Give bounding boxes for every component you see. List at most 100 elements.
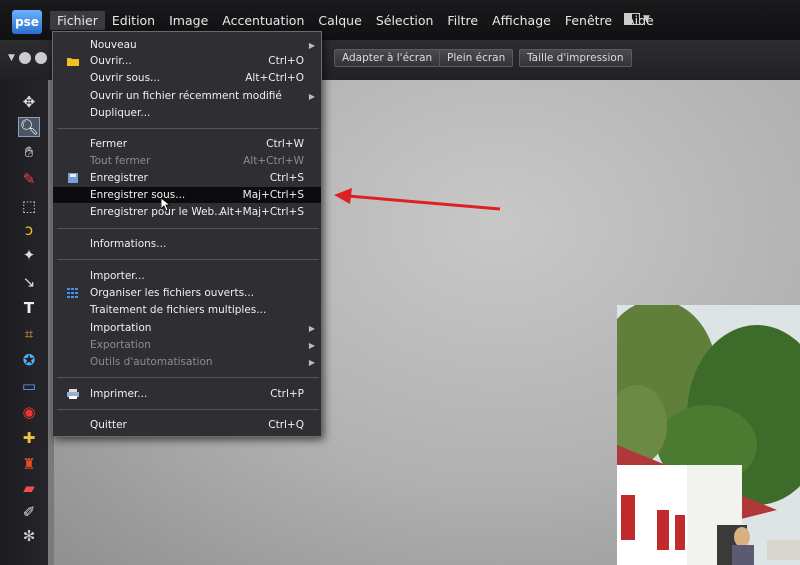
menu-item-shortcut: Alt+Maj+Ctrl+S	[219, 206, 304, 218]
menu-item-importation[interactable]: Importation ▶	[53, 320, 321, 336]
menu-item-label: Organiser les fichiers ouverts...	[90, 287, 255, 299]
menu-item-label: Ouvrir un fichier récemment modifié	[90, 90, 282, 102]
hand-tool-icon[interactable]: ✋︎	[18, 142, 40, 162]
straighten-tool-icon[interactable]: ▭	[18, 376, 40, 396]
menu-item-label: Quitter	[90, 419, 127, 431]
photo-image	[617, 305, 800, 565]
clone-stamp-tool-icon[interactable]: ♜	[18, 454, 40, 474]
folder-icon	[67, 58, 79, 66]
menu-item-nouveau[interactable]: Nouveau ▶	[53, 37, 321, 53]
menu-item-label: Imprimer...	[90, 388, 148, 400]
submenu-arrow-icon: ▶	[308, 340, 315, 350]
menu-filtre[interactable]: Filtre	[440, 11, 485, 30]
menu-item-recent[interactable]: Ouvrir un fichier récemment modifié ▶	[53, 88, 321, 104]
menu-calque[interactable]: Calque	[311, 11, 368, 30]
menu-separator	[57, 409, 319, 410]
eraser-tool-icon[interactable]: ▰	[18, 478, 40, 498]
menu-item-shortcut: Ctrl+S	[269, 172, 304, 184]
menu-item-organiser[interactable]: Organiser les fichiers ouverts...	[53, 285, 321, 301]
menu-item-enregistrer[interactable]: Enregistrer Ctrl+S	[53, 170, 321, 186]
marquee-tool-icon[interactable]: ⬚	[18, 196, 40, 216]
grid-icon	[67, 288, 78, 298]
quick-selection-tool-icon[interactable]: ↘	[18, 272, 40, 292]
menu-item-label: Enregistrer pour le Web...	[90, 206, 225, 218]
menu-edition[interactable]: Edition	[105, 11, 162, 30]
red-eye-tool-icon[interactable]: ◉	[18, 402, 40, 422]
healing-brush-tool-icon[interactable]: ✚	[18, 428, 40, 448]
submenu-arrow-icon: ▶	[308, 91, 315, 101]
menu-separator	[57, 228, 319, 229]
menu-item-imprimer[interactable]: Imprimer... Ctrl+P	[53, 386, 321, 402]
menu-item-label: Importer...	[90, 270, 145, 282]
zoom-out-icon	[34, 52, 47, 64]
menu-item-fermer[interactable]: Fermer Ctrl+W	[53, 136, 321, 152]
menu-item-outils-automatisation[interactable]: Outils d'automatisation ▶	[53, 354, 321, 370]
menu-item-enregistrer-sous[interactable]: Enregistrer sous... Maj+Ctrl+S	[53, 187, 321, 203]
type-tool-icon[interactable]: T	[18, 298, 40, 318]
layout-icon	[624, 13, 640, 25]
submenu-arrow-icon: ▶	[308, 40, 315, 50]
menu-accentuation[interactable]: Accentuation	[215, 11, 311, 30]
menu-item-shortcut: Ctrl+O	[268, 55, 304, 67]
submenu-arrow-icon: ▶	[308, 357, 315, 367]
menu-item-shortcut: Ctrl+P	[270, 388, 304, 400]
menu-item-label: Traitement de fichiers multiples...	[90, 304, 267, 316]
menu-item-label: Exportation	[90, 339, 151, 351]
menu-fenetre[interactable]: Fenêtre	[558, 11, 619, 30]
menu-item-label: Ouvrir...	[90, 55, 132, 67]
submenu-arrow-icon: ▶	[308, 323, 315, 333]
brush-tool-icon[interactable]: ✐	[18, 502, 40, 522]
menu-selection[interactable]: Sélection	[369, 11, 441, 30]
menu-item-shortcut: Ctrl+W	[266, 138, 304, 150]
cookie-cutter-tool-icon[interactable]: ✪	[18, 350, 40, 370]
menu-separator	[57, 377, 319, 378]
chevron-down-icon: ▼	[643, 14, 650, 24]
save-icon	[68, 173, 78, 183]
menu-item-enregistrer-web[interactable]: Enregistrer pour le Web... Alt+Maj+Ctrl+…	[53, 204, 321, 220]
lasso-tool-icon[interactable]: ↄ	[18, 220, 40, 240]
menu-item-label: Nouveau	[90, 39, 137, 51]
menu-item-label: Ouvrir sous...	[90, 72, 161, 84]
menu-item-label: Importation	[90, 322, 152, 334]
menu-separator	[57, 259, 319, 260]
document-photo[interactable]	[617, 305, 800, 565]
menu-items: Fichier Edition Image Accentuation Calqu…	[50, 11, 661, 30]
move-tool-icon[interactable]: ✥	[18, 92, 40, 112]
fit-screen-button[interactable]: Adapter à l'écran	[334, 49, 441, 67]
chevron-down-icon: ▼	[8, 53, 15, 63]
menu-item-shortcut: Maj+Ctrl+S	[242, 189, 304, 201]
menu-item-label: Informations...	[90, 238, 167, 250]
file-menu-dropdown: Nouveau ▶ Ouvrir... Ctrl+O Ouvrir sous..…	[52, 31, 322, 437]
menu-affichage[interactable]: Affichage	[485, 11, 558, 30]
menu-item-exportation[interactable]: Exportation ▶	[53, 337, 321, 353]
menu-item-label: Outils d'automatisation	[90, 356, 213, 368]
menu-item-quitter[interactable]: Quitter Ctrl+Q	[53, 417, 321, 433]
eyedropper-tool-icon[interactable]: ✎	[18, 169, 40, 189]
tool-preset-picker[interactable]: ▼	[8, 52, 47, 64]
menu-image[interactable]: Image	[162, 11, 215, 30]
zoom-tool-icon[interactable]: 🔍︎	[18, 117, 40, 137]
menu-item-dupliquer[interactable]: Dupliquer...	[53, 105, 321, 121]
menu-fichier[interactable]: Fichier	[50, 11, 105, 30]
menu-item-shortcut: Alt+Ctrl+O	[245, 72, 304, 84]
menu-item-label: Tout fermer	[90, 155, 151, 167]
menu-item-informations[interactable]: Informations...	[53, 236, 321, 252]
app-logo[interactable]: pse	[12, 10, 42, 34]
crop-tool-icon[interactable]: ⌗	[18, 324, 40, 344]
menu-item-label: Dupliquer...	[90, 107, 151, 119]
menu-item-label: Enregistrer	[90, 172, 148, 184]
menu-item-ouvrir-sous[interactable]: Ouvrir sous... Alt+Ctrl+O	[53, 70, 321, 86]
menu-item-label: Fermer	[90, 138, 128, 150]
menu-item-tout-fermer[interactable]: Tout fermer Alt+Ctrl+W	[53, 153, 321, 169]
menu-item-shortcut: Alt+Ctrl+W	[243, 155, 304, 167]
menu-separator	[57, 128, 319, 129]
layout-button[interactable]: ▼	[624, 10, 658, 28]
smart-brush-tool-icon[interactable]: ✻	[18, 526, 40, 546]
print-size-button[interactable]: Taille d'impression	[519, 49, 632, 67]
mouse-cursor-icon	[161, 198, 171, 212]
menu-item-ouvrir[interactable]: Ouvrir... Ctrl+O	[53, 53, 321, 69]
magic-wand-tool-icon[interactable]: ✦	[18, 245, 40, 265]
menu-item-traitement[interactable]: Traitement de fichiers multiples...	[53, 302, 321, 318]
menu-item-importer[interactable]: Importer...	[53, 268, 321, 284]
full-screen-button[interactable]: Plein écran	[439, 49, 514, 67]
